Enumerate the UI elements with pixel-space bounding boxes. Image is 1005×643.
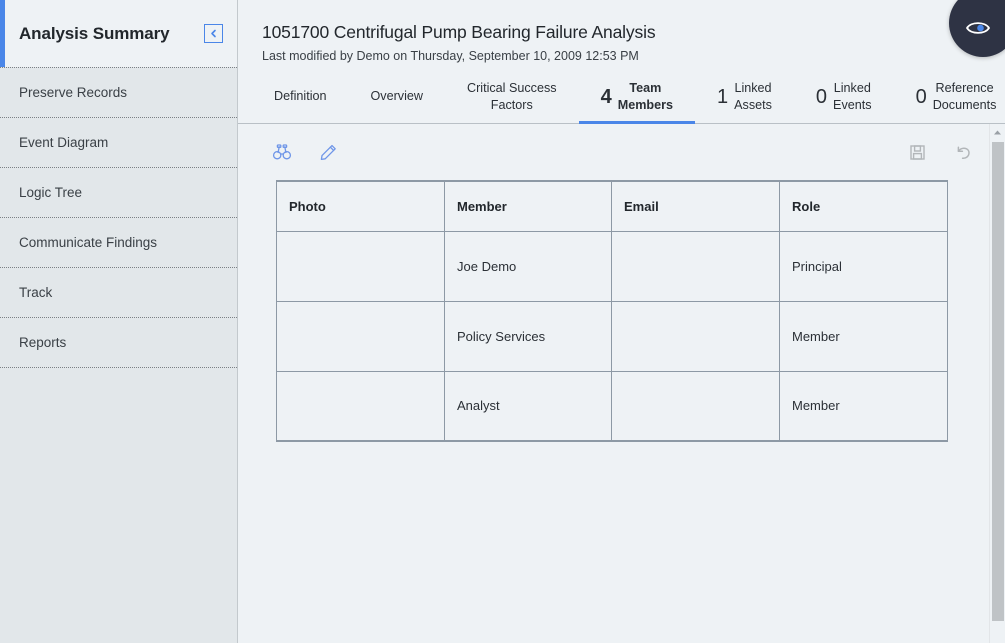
- sidebar-item-track[interactable]: Track: [0, 267, 237, 317]
- cell-role: Member: [779, 300, 948, 372]
- tab-label: Critical Success Factors: [467, 80, 557, 112]
- sidebar-item-label: Preserve Records: [19, 85, 128, 100]
- sidebar-item-logic-tree[interactable]: Logic Tree: [0, 167, 237, 217]
- table-head: Photo Member Email Role: [276, 180, 948, 232]
- page-last-modified: Last modified by Demo on Thursday, Septe…: [262, 49, 639, 63]
- main-area: 1051700 Centrifugal Pump Bearing Failure…: [238, 0, 1005, 643]
- column-header-member[interactable]: Member: [444, 180, 612, 232]
- team-members-table-container: Photo Member Email Role Joe Demo Princip…: [276, 180, 949, 442]
- sidebar-empty-space: [0, 367, 237, 643]
- sidebar-header: Analysis Summary: [0, 0, 237, 67]
- column-header-role[interactable]: Role: [779, 180, 948, 232]
- binoculars-icon: [272, 143, 292, 161]
- sidebar-item-label: Logic Tree: [19, 185, 83, 200]
- vertical-scrollbar[interactable]: [989, 124, 1005, 643]
- scrollbar-thumb[interactable]: [992, 142, 1004, 621]
- table-row[interactable]: Joe Demo Principal: [276, 230, 948, 302]
- sidebar-item-reports[interactable]: Reports: [0, 317, 237, 367]
- sidebar: Analysis Summary Preserve Records Event …: [0, 0, 238, 643]
- tab-count: 0: [915, 85, 927, 108]
- sidebar-item-label: Reports: [19, 335, 67, 350]
- column-header-photo[interactable]: Photo: [276, 180, 445, 232]
- page-title: 1051700 Centrifugal Pump Bearing Failure…: [262, 22, 656, 42]
- tab-content-panel: Photo Member Email Role Joe Demo Princip…: [238, 124, 1005, 643]
- tab-label: Reference Documents: [932, 80, 997, 112]
- undo-button[interactable]: [951, 140, 975, 164]
- edit-button[interactable]: [316, 140, 340, 164]
- sidebar-item-label: Communicate Findings: [19, 235, 158, 250]
- sidebar-item-communicate-findings[interactable]: Communicate Findings: [0, 217, 237, 267]
- tab-count: 0: [815, 85, 828, 108]
- sidebar-collapse-button[interactable]: [204, 24, 223, 43]
- scroll-up-arrow-icon[interactable]: [990, 124, 1005, 140]
- tab-label: Linked Assets: [734, 80, 772, 112]
- sidebar-navigation: Preserve Records Event Diagram Logic Tre…: [0, 67, 237, 643]
- table-body: Joe Demo Principal Policy Services Membe…: [276, 230, 948, 442]
- tab-bar: Definition Overview Critical Success Fac…: [238, 70, 1005, 124]
- cell-email: [611, 230, 780, 302]
- find-button[interactable]: [270, 140, 294, 164]
- tab-team-members[interactable]: 4 Team Members: [578, 70, 696, 124]
- cell-photo: [276, 300, 445, 372]
- tab-linked-events[interactable]: 0 Linked Events: [794, 70, 894, 123]
- tab-count: 1: [717, 85, 729, 108]
- eye-icon: [965, 9, 1001, 38]
- save-button[interactable]: [905, 140, 929, 164]
- tab-count: 4: [600, 85, 612, 108]
- team-members-table: Photo Member Email Role Joe Demo Princip…: [276, 180, 948, 442]
- cell-member: Policy Services: [444, 300, 612, 372]
- sidebar-item-label: Track: [19, 285, 53, 300]
- cell-member: Joe Demo: [444, 230, 612, 302]
- cell-role: Principal: [779, 230, 948, 302]
- tab-label: Definition: [274, 89, 327, 103]
- tab-linked-assets[interactable]: 1 Linked Assets: [695, 70, 794, 123]
- undo-arrow-icon: [953, 143, 973, 162]
- save-disk-icon: [908, 143, 927, 162]
- table-toolbar: [238, 124, 1005, 180]
- column-header-email[interactable]: Email: [611, 180, 780, 232]
- tab-definition[interactable]: Definition: [252, 70, 349, 123]
- sidebar-item-event-diagram[interactable]: Event Diagram: [0, 117, 237, 167]
- table-row[interactable]: Policy Services Member: [276, 300, 948, 372]
- table-header-row: Photo Member Email Role: [276, 180, 948, 232]
- tab-overview[interactable]: Overview: [349, 70, 445, 123]
- chevron-left-icon: [209, 29, 218, 38]
- tab-reference-documents[interactable]: 0 Reference Documents: [894, 70, 1005, 123]
- cell-photo: [276, 230, 445, 302]
- tab-critical-success-factors[interactable]: Critical Success Factors: [445, 70, 579, 123]
- cell-role: Member: [779, 370, 948, 442]
- sidebar-item-label: Event Diagram: [19, 135, 109, 150]
- application-window: Analysis Summary Preserve Records Event …: [0, 0, 1005, 643]
- cell-email: [611, 370, 780, 442]
- cell-photo: [276, 370, 445, 442]
- cell-email: [611, 300, 780, 372]
- sidebar-accent-bar: [0, 0, 5, 67]
- toolbar-left-group: [270, 140, 340, 164]
- table-row[interactable]: Analyst Member: [276, 370, 948, 442]
- tab-label: Team Members: [617, 80, 673, 112]
- sidebar-item-preserve-records[interactable]: Preserve Records: [0, 67, 237, 117]
- toolbar-right-group: [905, 140, 975, 164]
- cell-member: Analyst: [444, 370, 612, 442]
- pencil-icon: [319, 143, 338, 162]
- sidebar-title: Analysis Summary: [19, 23, 170, 43]
- tab-label: Overview: [370, 89, 423, 103]
- page-header: 1051700 Centrifugal Pump Bearing Failure…: [238, 0, 1005, 70]
- tab-label: Linked Events: [833, 80, 872, 112]
